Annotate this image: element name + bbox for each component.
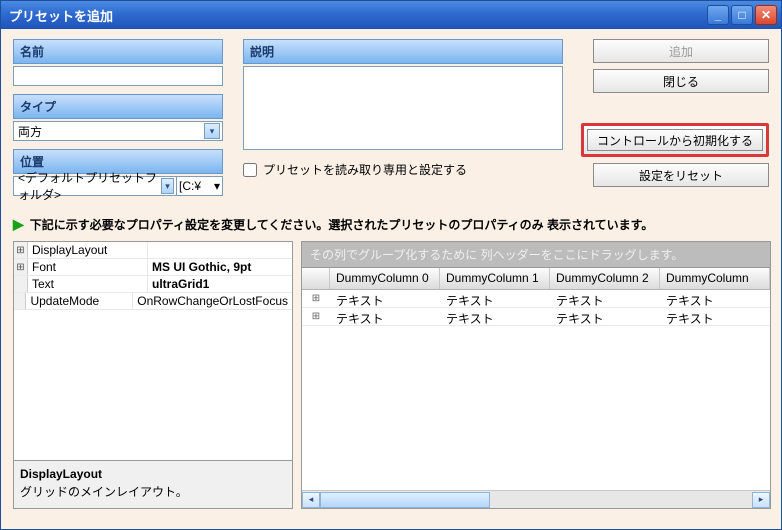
groupby-area[interactable]: その列でグループ化するために 列ヘッダーをここにドラッグします。 <box>302 242 770 268</box>
property-value[interactable] <box>148 242 292 258</box>
property-row[interactable]: TextultraGrid1 <box>14 276 292 293</box>
column-header[interactable]: DummyColumn 0 <box>330 268 440 289</box>
type-combo[interactable]: 両方 ▾ <box>13 121 223 141</box>
window-buttons: _ □ ✕ <box>707 5 777 25</box>
type-label: タイプ <box>13 94 223 119</box>
table-cell[interactable]: テキスト <box>330 290 440 307</box>
property-value[interactable]: OnRowChangeOrLostFocus <box>133 293 292 309</box>
table-cell[interactable]: テキスト <box>440 290 550 307</box>
horizontal-scrollbar[interactable]: ◂ ▸ <box>302 490 770 508</box>
property-name: Text <box>28 276 148 292</box>
property-value[interactable]: MS UI Gothic, 9pt <box>148 259 292 275</box>
instruction-text: 下記に示す必要なプロパティ設定を変更してください。選択されたプリセットのプロパテ… <box>30 216 654 233</box>
readonly-label: プリセットを読み取り専用と設定する <box>263 161 467 178</box>
description-textarea[interactable] <box>243 66 563 150</box>
table-row[interactable]: ⊞テキストテキストテキストテキスト <box>302 290 770 308</box>
property-row[interactable]: ⊞FontMS UI Gothic, 9pt <box>14 259 292 276</box>
table-cell[interactable]: テキスト <box>550 290 660 307</box>
expand-icon[interactable]: ⊞ <box>14 259 28 275</box>
chevron-down-icon: ▾ <box>204 123 220 139</box>
location-value: <デフォルトプリセットフォルダ> <box>18 169 161 203</box>
init-from-control-button[interactable]: コントロールから初期化する <box>587 129 763 151</box>
name-label: 名前 <box>13 39 223 64</box>
instruction-row: ▶ 下記に示す必要なプロパティ設定を変更してください。選択されたプリセットのプロ… <box>13 216 769 233</box>
scroll-left-icon[interactable]: ◂ <box>302 492 320 508</box>
scroll-right-icon[interactable]: ▸ <box>752 492 770 508</box>
data-grid[interactable]: その列でグループ化するために 列ヘッダーをここにドラッグします。 DummyCo… <box>301 241 771 509</box>
column-header[interactable]: DummyColumn <box>660 268 770 289</box>
table-cell[interactable]: テキスト <box>440 308 550 325</box>
location-combo[interactable]: <デフォルトプリセットフォルダ> ▾ <box>13 176 177 196</box>
property-name: Font <box>28 259 148 275</box>
propdesc-text: グリッドのメインレイアウト。 <box>20 483 286 500</box>
name-input[interactable] <box>13 66 223 86</box>
property-description: DisplayLayout グリッドのメインレイアウト。 <box>14 460 292 508</box>
type-value: 両方 <box>18 123 42 140</box>
column-header[interactable]: DummyColumn 2 <box>550 268 660 289</box>
property-row[interactable]: UpdateModeOnRowChangeOrLostFocus <box>14 293 292 310</box>
expand-icon[interactable]: ⊞ <box>302 308 330 325</box>
expand-icon[interactable]: ⊞ <box>14 242 28 258</box>
row-selector-header <box>302 268 330 289</box>
titlebar: プリセットを追加 _ □ ✕ <box>1 1 781 29</box>
table-cell[interactable]: テキスト <box>550 308 660 325</box>
chevron-down-icon: ▾ <box>214 179 220 193</box>
table-cell[interactable]: テキスト <box>660 308 770 325</box>
expand-icon <box>14 276 28 292</box>
expand-icon <box>14 293 26 309</box>
dialog-window: プリセットを追加 _ □ ✕ 名前 タイプ 両方 ▾ <box>0 0 782 530</box>
content-area: 名前 タイプ 両方 ▾ 位置 <デフォルトプリセットフォルダ> ▾ <box>1 29 781 529</box>
column-header[interactable]: DummyColumn 1 <box>440 268 550 289</box>
table-row[interactable]: ⊞テキストテキストテキストテキスト <box>302 308 770 326</box>
chevron-down-icon: ▾ <box>161 178 174 194</box>
minimize-button[interactable]: _ <box>707 5 729 25</box>
readonly-checkbox[interactable] <box>243 163 257 177</box>
property-grid[interactable]: ⊞DisplayLayout⊞FontMS UI Gothic, 9ptText… <box>13 241 293 509</box>
table-cell[interactable]: テキスト <box>660 290 770 307</box>
property-name: DisplayLayout <box>28 242 148 258</box>
add-button[interactable]: 追加 <box>593 39 769 63</box>
scroll-track[interactable] <box>320 492 752 508</box>
play-icon: ▶ <box>13 216 24 233</box>
init-from-control-highlight: コントロールから初期化する <box>581 123 769 157</box>
description-label: 説明 <box>243 39 563 64</box>
maximize-button[interactable]: □ <box>731 5 753 25</box>
table-cell[interactable]: テキスト <box>330 308 440 325</box>
close-window-button[interactable]: ✕ <box>755 5 777 25</box>
window-title: プリセットを追加 <box>9 6 113 25</box>
reset-settings-button[interactable]: 設定をリセット <box>593 163 769 187</box>
expand-icon[interactable]: ⊞ <box>302 290 330 307</box>
property-row[interactable]: ⊞DisplayLayout <box>14 242 292 259</box>
close-button[interactable]: 閉じる <box>593 69 769 93</box>
scroll-thumb[interactable] <box>320 492 490 508</box>
property-name: UpdateMode <box>26 293 133 309</box>
propdesc-name: DisplayLayout <box>20 467 286 481</box>
property-value[interactable]: ultraGrid1 <box>148 276 292 292</box>
location-path[interactable]: [C:¥ ▾ <box>177 176 223 196</box>
